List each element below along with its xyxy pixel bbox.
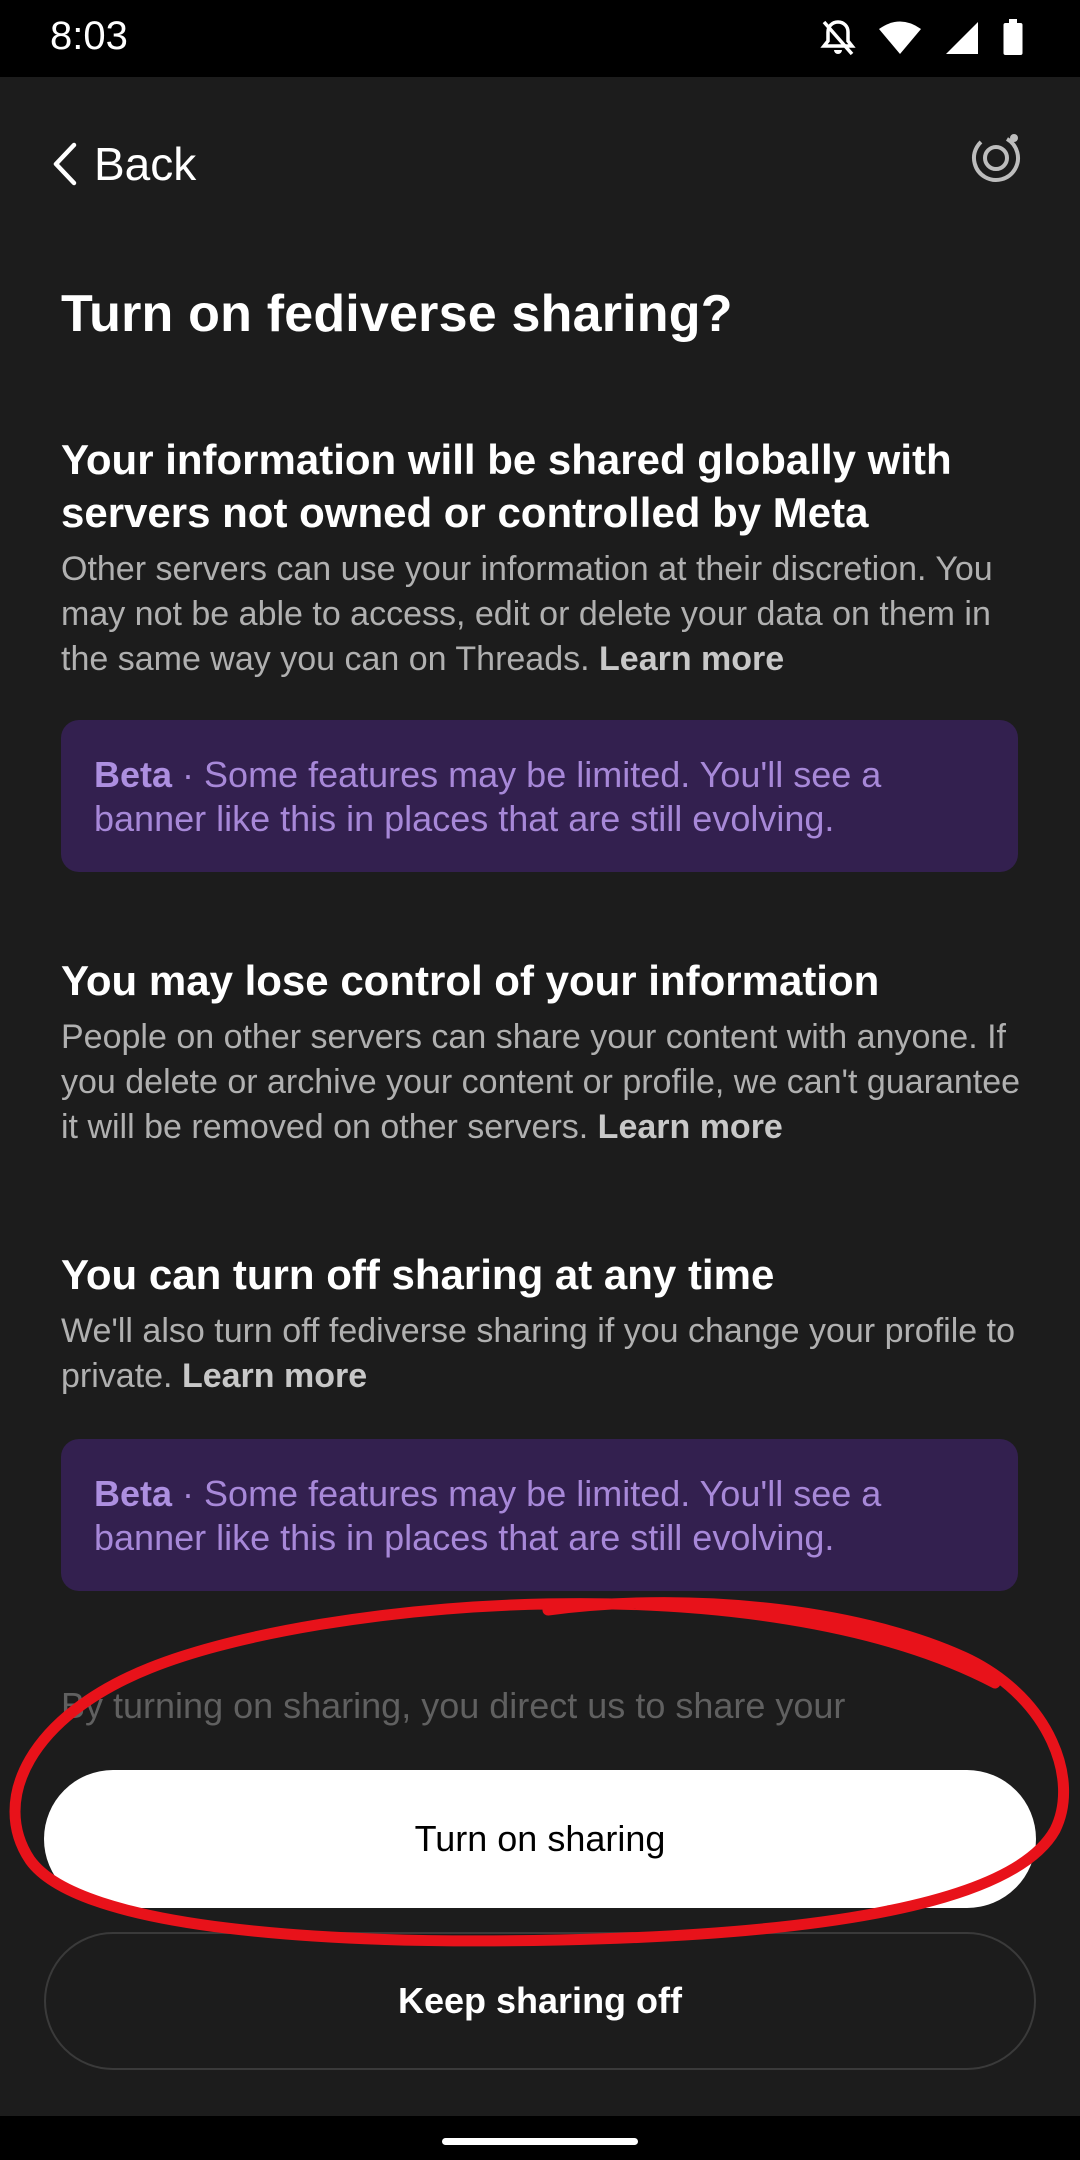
- beta-banner: Beta · Some features may be limited. You…: [61, 720, 1018, 872]
- status-bar: 8:03: [0, 0, 1080, 77]
- section-turn-off-anytime: You can turn off sharing at any time We'…: [61, 1248, 1021, 1399]
- beta-banner: Beta · Some features may be limited. You…: [61, 1439, 1018, 1591]
- chevron-left-icon: [53, 142, 77, 186]
- section-heading: You may lose control of your information: [61, 957, 880, 1004]
- back-label: Back: [94, 138, 197, 190]
- section-body-text: People on other servers can share your c…: [61, 1018, 1021, 1146]
- beta-label: Beta: [94, 754, 173, 795]
- status-time: 8:03: [50, 14, 128, 58]
- turn-on-sharing-button[interactable]: Turn on sharing: [44, 1770, 1036, 1908]
- fediverse-icon[interactable]: [966, 128, 1026, 188]
- section-heading: You can turn off sharing at any time: [61, 1251, 775, 1298]
- cellular-signal-icon: [946, 22, 978, 54]
- keep-sharing-off-button[interactable]: Keep sharing off: [44, 1932, 1036, 2070]
- section-lose-control: You may lose control of your information…: [61, 954, 1021, 1150]
- battery-icon: [1003, 19, 1023, 55]
- beta-separator: ·: [172, 1473, 205, 1514]
- beta-text: Some features may be limited. You'll see…: [94, 1473, 882, 1558]
- beta-label: Beta: [94, 1473, 173, 1514]
- faded-disclaimer: By turning on sharing, you direct us to …: [61, 1685, 846, 1726]
- beta-separator: ·: [172, 754, 205, 795]
- section-body: People on other servers can share your c…: [61, 1015, 1021, 1150]
- learn-more-link[interactable]: Learn more: [598, 1108, 783, 1146]
- status-icons: [820, 16, 1024, 60]
- learn-more-link[interactable]: Learn more: [599, 640, 784, 678]
- section-heading: Your information will be shared globally…: [61, 436, 952, 536]
- section-global-sharing: Your information will be shared globally…: [61, 433, 1021, 682]
- beta-text: Some features may be limited. You'll see…: [94, 754, 882, 839]
- home-indicator[interactable]: [442, 2138, 638, 2145]
- section-body: We'll also turn off fediverse sharing if…: [61, 1309, 1021, 1399]
- wifi-icon: [879, 21, 921, 54]
- section-body: Other servers can use your information a…: [61, 547, 1021, 682]
- learn-more-link[interactable]: Learn more: [182, 1357, 367, 1395]
- section-body-text: Other servers can use your information a…: [61, 550, 993, 678]
- page-title: Turn on fediverse sharing?: [61, 285, 733, 343]
- back-button[interactable]: Back: [52, 132, 196, 196]
- notifications-off-icon: [820, 20, 856, 56]
